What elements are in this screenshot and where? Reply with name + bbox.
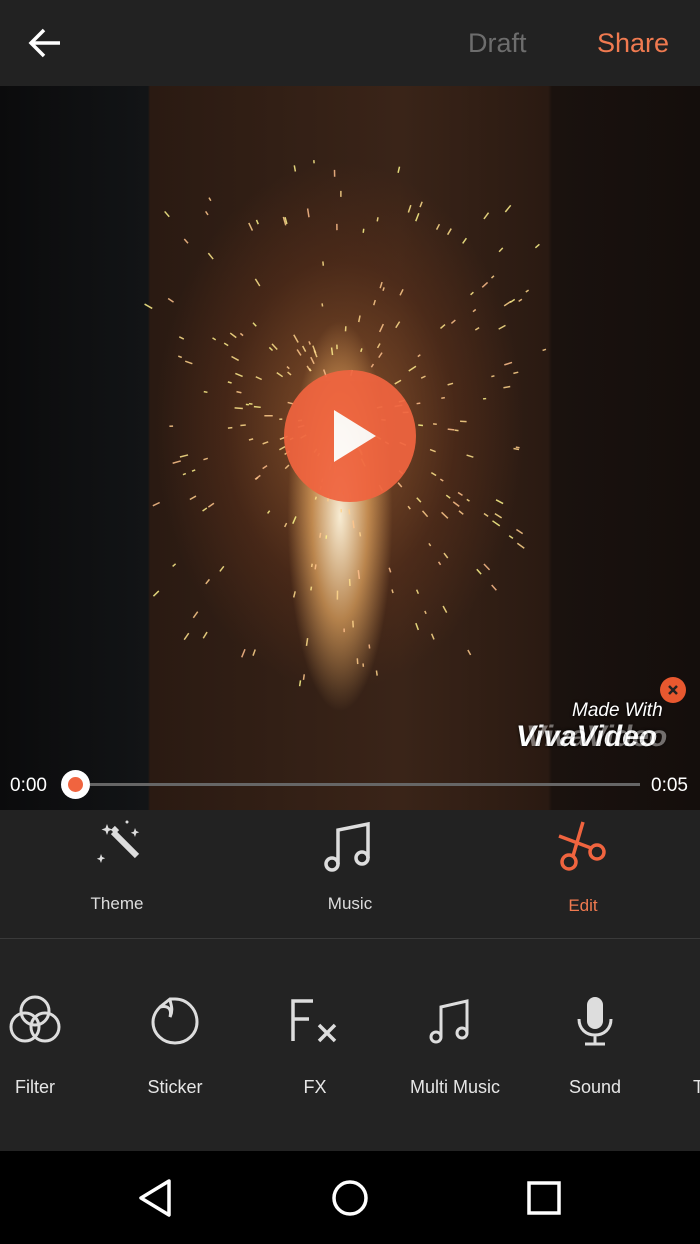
close-icon [668,685,678,695]
tool-label: Sticker [147,1077,203,1097]
tab-theme[interactable]: Theme [17,810,217,938]
share-button[interactable]: Share [597,28,669,59]
tool-multi-music[interactable]: Multi Music [385,939,525,1151]
nav-home-button[interactable] [327,1175,373,1221]
sticker-icon [151,997,199,1045]
draft-button[interactable]: Draft [468,28,527,59]
tool-filter[interactable]: Filter [0,939,105,1151]
duration: 0:05 [651,775,688,796]
tool-label: T [693,1077,700,1097]
tab-edit[interactable]: Edit [483,810,683,938]
tool-fx[interactable]: FX [245,939,385,1151]
system-nav-bar [0,1151,700,1244]
seek-bar[interactable] [90,783,640,786]
video-preview[interactable]: VivaVideo Made With VivaVideo [0,86,700,810]
remove-watermark-button[interactable] [660,677,686,703]
tool-sticker[interactable]: Sticker [105,939,245,1151]
tab-label: Edit [568,896,598,915]
music-note-icon [324,821,370,872]
arrow-left-icon [28,28,60,58]
play-button[interactable] [284,370,416,502]
main-tabs: Theme Music Edit [0,810,700,938]
fx-icon [291,999,337,1043]
watermark: VivaVideo Made With VivaVideo [516,700,667,752]
tool-sound[interactable]: Sound [525,939,665,1151]
nav-recents-button[interactable] [521,1175,567,1221]
magic-wand-icon [96,820,140,863]
top-bar: Draft Share [0,0,700,86]
music-note-icon [429,999,469,1044]
nav-back-button[interactable] [133,1175,179,1221]
tool-label: FX [303,1077,327,1097]
filter-circles-icon [9,995,61,1043]
circle-home-icon [332,1180,368,1216]
tool-text[interactable]: T [665,939,700,1151]
tab-label: Music [327,894,373,913]
tab-music[interactable]: Music [250,810,450,938]
scissors-icon [558,821,606,871]
tab-label: Theme [90,894,144,913]
current-time: 0:00 [10,775,47,796]
tool-label: Multi Music [409,1077,500,1097]
tool-label: Filter [15,1077,55,1097]
square-recents-icon [527,1181,561,1215]
play-icon [334,410,376,462]
tool-label: Sound [568,1077,622,1097]
watermark-line1: Made With [572,700,663,721]
back-button[interactable] [26,24,66,64]
watermark-ghost: VivaVideo [526,720,668,753]
seek-handle[interactable] [61,770,90,799]
triangle-back-icon [139,1179,171,1217]
microphone-icon [577,997,613,1046]
tool-strip[interactable]: Filter Sticker FX Multi Music Sound T [0,939,700,1151]
